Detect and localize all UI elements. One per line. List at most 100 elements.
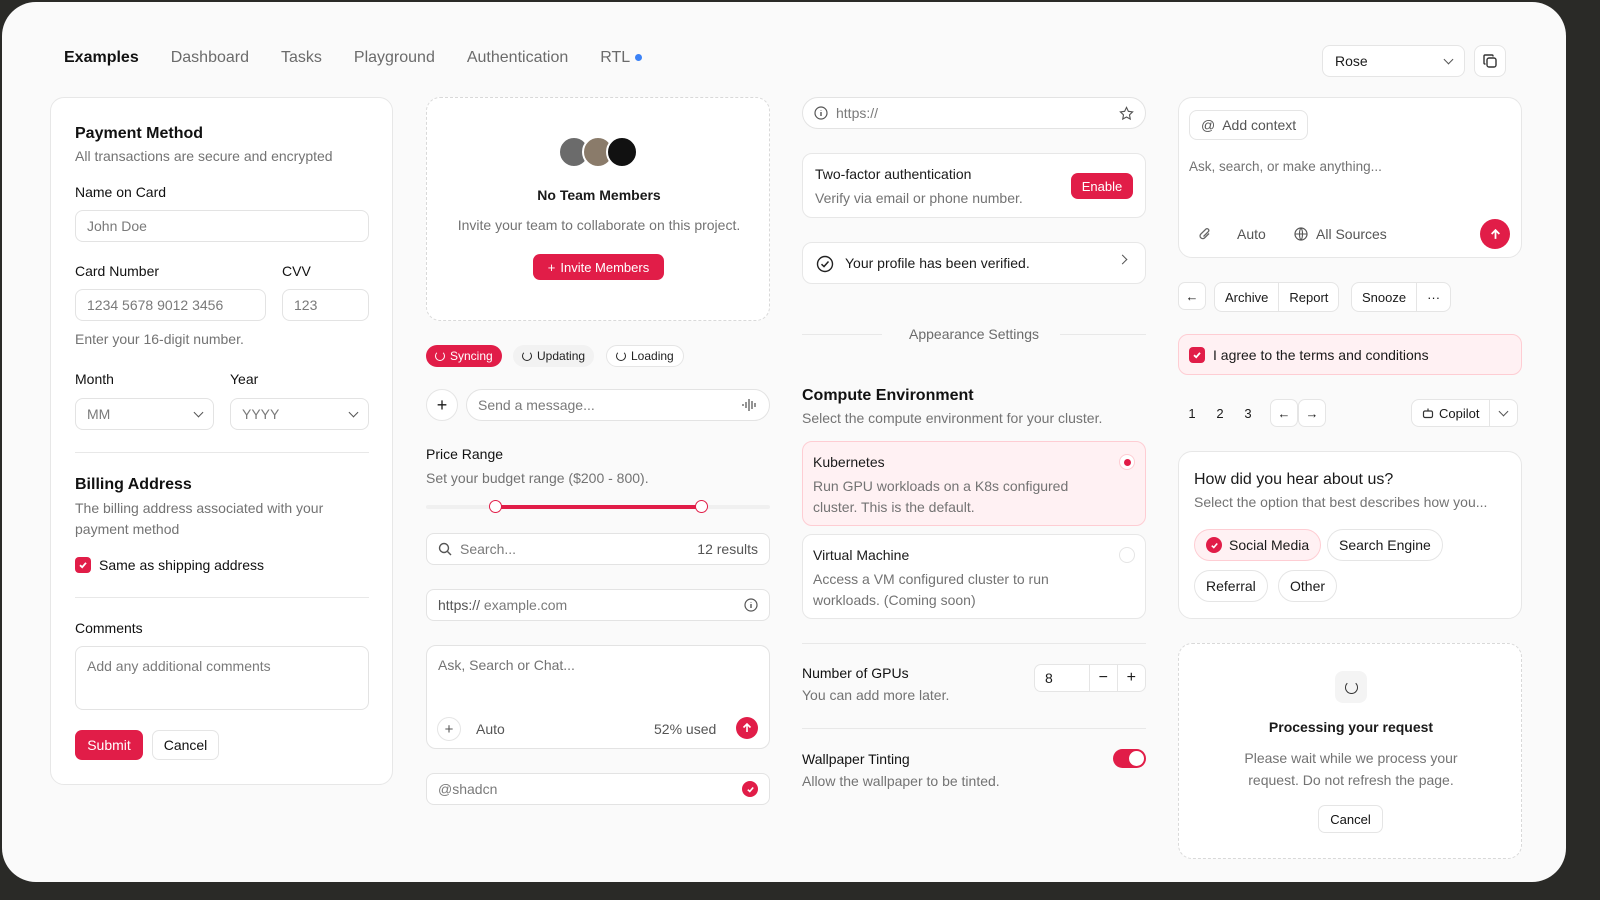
username-input[interactable]: @shadcn [426, 773, 770, 805]
wallpaper-desc: Allow the wallpaper to be tinted. [802, 773, 1000, 789]
url-input-field: https:// example.com [438, 597, 567, 613]
report-button[interactable]: Report [1279, 283, 1338, 311]
option-referral[interactable]: Referral [1194, 570, 1268, 602]
virtual-machine-option[interactable]: Virtual Machine Access a VM configured c… [802, 534, 1146, 619]
back-button[interactable]: ← [1178, 282, 1206, 310]
copilot-dropdown-button[interactable] [1490, 400, 1517, 426]
name-on-card-input[interactable]: John Doe [75, 210, 369, 242]
info-icon[interactable] [744, 598, 758, 612]
snooze-button[interactable]: Snooze [1352, 283, 1418, 311]
card-number-input[interactable]: 1234 5678 9012 3456 [75, 289, 266, 321]
option-label: Referral [1206, 578, 1256, 594]
wallpaper-toggle[interactable] [1113, 749, 1146, 768]
submit-button[interactable]: Submit [75, 730, 143, 760]
enable-button[interactable]: Enable [1071, 173, 1133, 199]
prompt-placeholder[interactable]: Ask, search, or make anything... [1189, 159, 1382, 174]
chat-placeholder[interactable]: Ask, Search or Chat... [438, 657, 575, 673]
theme-select-value: Rose [1335, 53, 1368, 69]
price-slider-min-thumb[interactable] [488, 500, 502, 513]
option-search-engine[interactable]: Search Engine [1327, 529, 1443, 561]
verified-text: Your profile has been verified. [845, 255, 1030, 271]
nav-tasks[interactable]: Tasks [281, 49, 322, 67]
same-as-shipping-checkbox[interactable] [75, 557, 91, 573]
audio-waveform-icon[interactable] [742, 398, 758, 412]
nav-examples[interactable]: Examples [64, 49, 139, 67]
paperclip-icon[interactable] [1198, 226, 1212, 242]
chat-add-button[interactable]: + [437, 717, 461, 741]
page-2-button[interactable]: 2 [1206, 399, 1234, 427]
cvv-input[interactable]: 123 [282, 289, 369, 321]
plus-icon: + [1126, 669, 1136, 686]
message-input[interactable]: Send a message... [466, 389, 770, 421]
vm-radio[interactable] [1119, 547, 1135, 563]
archive-button[interactable]: Archive [1215, 283, 1280, 311]
terms-checkbox[interactable] [1189, 347, 1205, 363]
price-slider-track[interactable] [426, 500, 770, 513]
chevron-down-icon [348, 407, 359, 417]
cancel-button[interactable]: Cancel [152, 730, 219, 760]
spinner-icon-wrapper [1335, 671, 1367, 703]
theme-select[interactable]: Rose [1322, 45, 1465, 77]
search-icon [438, 542, 452, 556]
chat-mode[interactable]: Auto [476, 721, 505, 737]
copy-button[interactable] [1474, 45, 1506, 77]
copilot-label: Copilot [1439, 405, 1480, 421]
nav-dashboard[interactable]: Dashboard [171, 49, 249, 67]
decrement-button[interactable]: − [1090, 665, 1118, 691]
arrow-up-icon [1490, 228, 1500, 239]
month-select[interactable]: MM [75, 398, 214, 430]
year-select[interactable]: YYYY [230, 398, 369, 430]
option-other[interactable]: Other [1278, 570, 1338, 602]
increment-button[interactable]: + [1118, 665, 1145, 691]
loading-label: Loading [631, 349, 674, 363]
chat-usage: 52% used [654, 721, 717, 737]
gpu-count-input[interactable]: 8 [1035, 665, 1091, 691]
verified-item[interactable]: Your profile has been verified. [802, 242, 1146, 284]
previous-page-button[interactable]: ← [1270, 399, 1298, 427]
copilot-button[interactable]: Copilot [1412, 400, 1491, 426]
add-context-button[interactable]: @ Add context [1189, 110, 1309, 140]
plus-icon: + [436, 394, 448, 415]
gpu-stepper: 8 − + [1034, 664, 1146, 692]
nav-rtl[interactable]: RTL [600, 49, 643, 67]
url-input[interactable]: https:// example.com [426, 589, 770, 621]
more-options-button[interactable]: ··· [1417, 283, 1450, 311]
year-label: Year [230, 371, 259, 387]
compute-title: Compute Environment [802, 387, 974, 404]
nav-authentication[interactable]: Authentication [467, 49, 568, 67]
invite-members-button[interactable]: + Invite Members [533, 254, 664, 280]
search-input[interactable]: Search... 12 results [426, 533, 770, 565]
url-bar[interactable]: https:// [802, 97, 1146, 129]
page-3-button[interactable]: 3 [1234, 399, 1262, 427]
invite-label: Invite Members [560, 259, 650, 275]
page-1-button[interactable]: 1 [1178, 399, 1206, 427]
kubernetes-title: Kubernetes [813, 454, 885, 470]
price-slider-max-thumb[interactable] [695, 500, 709, 513]
next-page-button[interactable]: → [1298, 399, 1326, 427]
gpus-desc: You can add more later. [802, 687, 950, 703]
comments-textarea[interactable]: Add any additional comments [75, 646, 369, 710]
wallpaper-title: Wallpaper Tinting [802, 751, 910, 767]
price-range-desc: Set your budget range ($200 - 800). [426, 470, 649, 486]
add-attachment-button[interactable]: + [426, 389, 458, 421]
mode-select[interactable]: Auto [1237, 226, 1266, 242]
chat-send-button[interactable] [736, 717, 758, 739]
billing-desc-line1: The billing address associated with your [75, 500, 324, 516]
copy-icon [1483, 54, 1497, 68]
gpus-title: Number of GPUs [802, 665, 909, 681]
add-context-label: Add context [1222, 117, 1297, 133]
processing-cancel-button[interactable]: Cancel [1318, 805, 1383, 833]
spinner-icon [435, 351, 445, 361]
star-icon[interactable] [1119, 105, 1134, 121]
prompt-send-button[interactable] [1480, 219, 1510, 249]
message-actions-group: Archive Report [1214, 282, 1340, 312]
kubernetes-radio[interactable] [1119, 454, 1135, 470]
option-social-media[interactable]: Social Media [1194, 529, 1322, 561]
kubernetes-option[interactable]: Kubernetes Run GPU workloads on a K8s co… [802, 441, 1146, 526]
nav-playground[interactable]: Playground [354, 49, 435, 67]
arrow-up-icon [742, 723, 752, 732]
kubernetes-desc-line2: cluster. This is the default. [813, 499, 975, 515]
sources-select[interactable]: All Sources [1294, 226, 1387, 242]
check-circle-icon [742, 781, 758, 797]
compute-desc: Select the compute environment for your … [802, 410, 1103, 426]
